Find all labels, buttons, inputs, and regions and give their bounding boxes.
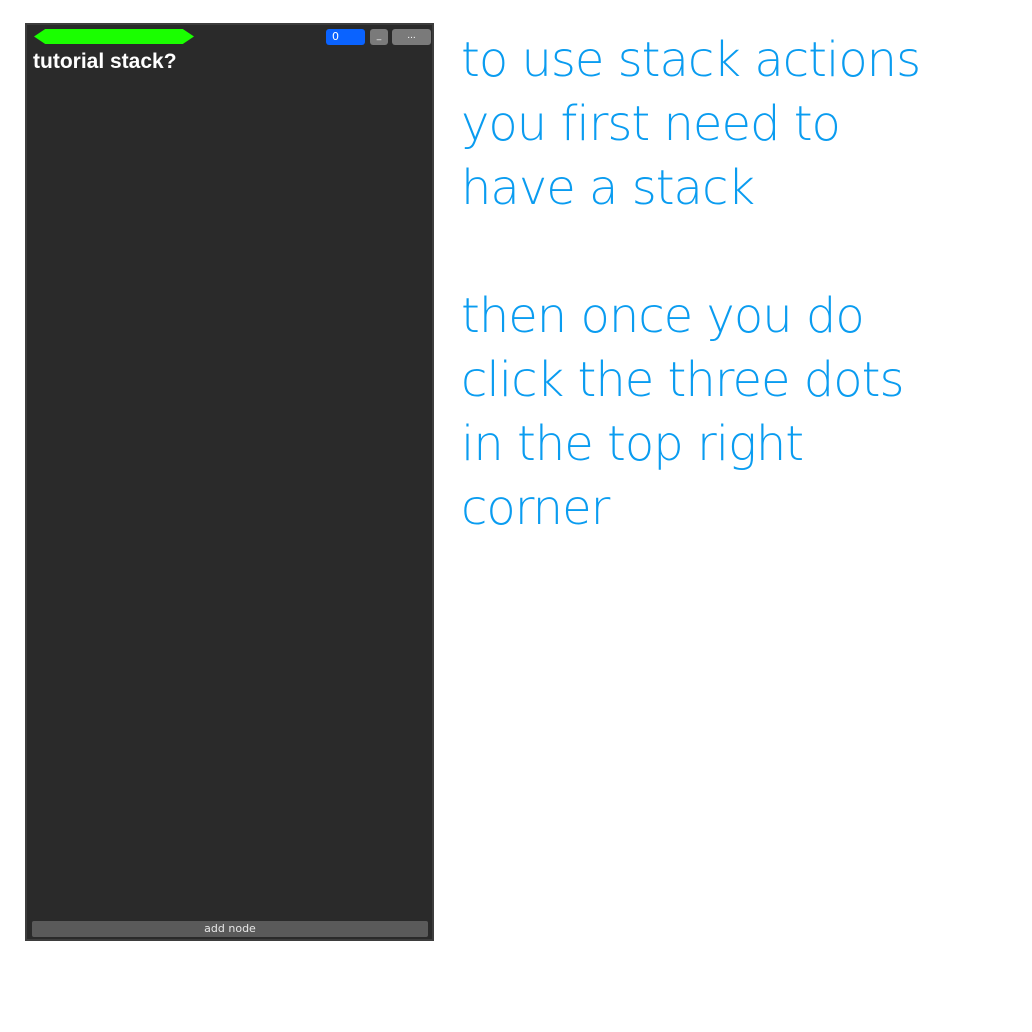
- instruction-line: corner: [461, 480, 610, 536]
- stack-title: tutorial stack?: [33, 50, 177, 73]
- minimize-button[interactable]: _: [370, 29, 388, 45]
- instruction-line: to use stack actions: [461, 32, 921, 88]
- instruction-line: you first need to: [461, 96, 841, 152]
- instruction-text: to use stack actions you first need to h…: [461, 28, 1021, 540]
- counter-badge[interactable]: 0: [326, 29, 365, 45]
- instruction-line: in the top right: [461, 416, 804, 472]
- drag-handle[interactable]: [34, 29, 194, 44]
- stack-panel: 0 _ ... tutorial stack? add node: [25, 23, 434, 941]
- more-options-button[interactable]: ...: [392, 29, 431, 45]
- instruction-line: click the three dots: [461, 352, 904, 408]
- instruction-line: then once you do: [461, 288, 865, 344]
- add-node-button[interactable]: add node: [32, 921, 428, 937]
- instruction-line: have a stack: [461, 160, 755, 216]
